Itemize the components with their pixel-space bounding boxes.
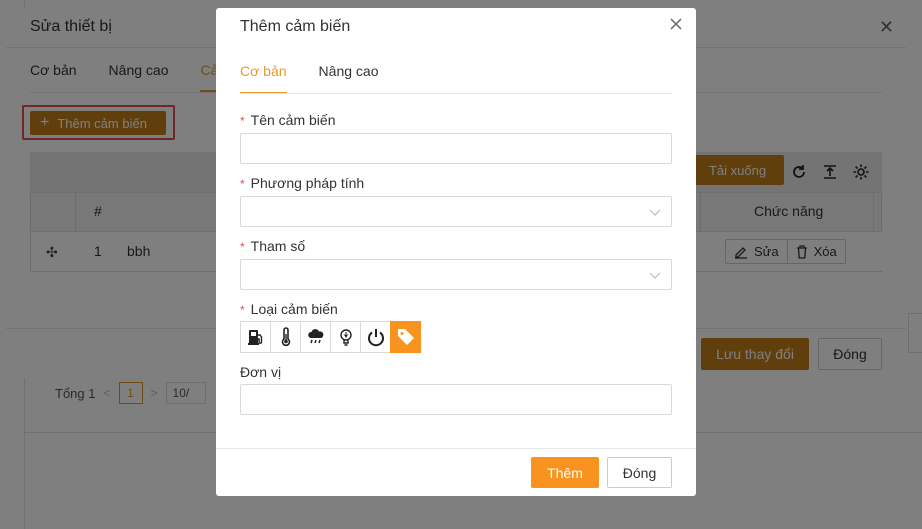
sensor-tabs: Cơ bản Nâng cao xyxy=(240,63,410,94)
required-mark: * xyxy=(240,303,245,317)
footer-divider xyxy=(216,448,696,449)
close-icon[interactable] xyxy=(668,16,684,32)
thermometer-icon xyxy=(281,327,290,347)
calc-method-label: * Phương pháp tính xyxy=(240,175,364,191)
unit-label: Đơn vị xyxy=(240,364,282,380)
parameter-select[interactable] xyxy=(240,259,672,290)
sensor-type-fuel[interactable] xyxy=(240,321,271,353)
sensor-type-group xyxy=(240,321,421,353)
tag-icon xyxy=(397,329,414,345)
sensor-name-input[interactable] xyxy=(240,133,672,164)
sensor-type-rain[interactable] xyxy=(300,321,331,353)
light-bulb-icon xyxy=(339,329,352,346)
dialog-title: Thêm cảm biến xyxy=(240,18,351,35)
sensor-name-label-text: Tên cảm biến xyxy=(250,112,336,128)
sensor-type-tag[interactable] xyxy=(390,321,421,353)
sensor-name-label: * Tên cảm biến xyxy=(240,112,336,128)
add-button[interactable]: Thêm xyxy=(531,457,599,488)
power-icon xyxy=(367,329,384,347)
fuel-icon xyxy=(247,330,262,345)
sensor-type-power[interactable] xyxy=(360,321,391,353)
tab-advanced[interactable]: Nâng cao xyxy=(319,63,379,94)
tabs-divider xyxy=(240,93,672,94)
chevron-down-icon xyxy=(649,209,661,216)
required-mark: * xyxy=(240,114,245,128)
calc-method-select[interactable] xyxy=(240,196,672,227)
calc-method-label-text: Phương pháp tính xyxy=(250,175,365,191)
add-sensor-dialog: Thêm cảm biến Cơ bản Nâng cao * Tên cảm b… xyxy=(216,8,696,496)
close-button[interactable]: Đóng xyxy=(607,457,672,488)
sensor-type-label-text: Loại cảm biến xyxy=(250,301,338,317)
chevron-down-icon xyxy=(649,272,661,279)
parameter-label: * Tham số xyxy=(240,238,305,254)
parameter-label-text: Tham số xyxy=(250,238,306,254)
tab-basic[interactable]: Cơ bản xyxy=(240,63,287,94)
unit-input[interactable] xyxy=(240,384,672,415)
sensor-type-label: * Loại cảm biến xyxy=(240,301,338,317)
sensor-type-temperature[interactable] xyxy=(270,321,301,353)
required-mark: * xyxy=(240,177,245,191)
rain-cloud-icon xyxy=(307,329,323,344)
sensor-type-light[interactable] xyxy=(330,321,361,353)
required-mark: * xyxy=(240,240,245,254)
